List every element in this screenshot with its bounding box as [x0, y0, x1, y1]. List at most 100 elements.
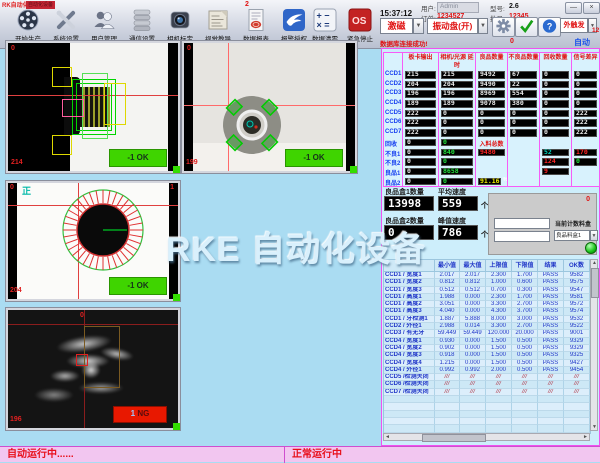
camera-icon [167, 8, 193, 32]
status-value-box: 0 [574, 158, 597, 166]
status-value-box: 189 [441, 100, 473, 108]
measure-cell: 9532 [564, 316, 590, 323]
count-input-1[interactable] [494, 218, 550, 229]
measure-cell: PASS [538, 272, 564, 279]
status-cell: 0 [402, 167, 438, 177]
gear-ring-part [61, 188, 145, 272]
measure-cell: 3.300 [486, 301, 512, 308]
measure-cell: 3.700 [512, 308, 538, 315]
measure-cell: 2.017 [435, 272, 460, 279]
measure-cell: 1.500 [486, 338, 512, 345]
measure-empty-cell [538, 425, 564, 432]
measure-cell: 1.500 [486, 345, 512, 352]
status-value-box: 189 [405, 100, 436, 108]
measure-cell: 1.000 [486, 279, 512, 286]
status-cell: 0 [402, 138, 438, 148]
status-cell: 222 [571, 118, 599, 128]
camera-2-image: 0 199 -1 OK [184, 43, 355, 171]
status-cell: 0 [539, 80, 571, 90]
measure-empty-cell [512, 425, 538, 432]
calculator-icon: + −× = [312, 8, 338, 32]
measure-cell: /// [538, 389, 564, 396]
status-cell: 222 [402, 118, 438, 128]
vibrator-button[interactable]: 振动盘(开) [427, 18, 478, 34]
settings-gear-button[interactable] [492, 17, 515, 37]
measure-header: 最大值 [460, 260, 486, 272]
measure-cell: PASS [538, 308, 564, 315]
status-cell: 0 [539, 89, 571, 99]
status-cell: 0 [571, 89, 599, 99]
help-button[interactable]: ? [538, 17, 561, 37]
status-row-label: CCD5 [384, 109, 402, 119]
confirm-check-button[interactable] [515, 17, 538, 37]
status-value-box: 222 [405, 129, 436, 137]
status-cell: 22 [507, 80, 539, 90]
measure-cell: 0.512 [460, 287, 486, 294]
measure-cell: /// [486, 374, 512, 381]
status-cell: 222 [571, 128, 599, 138]
status-value-box: 9078 [478, 100, 505, 108]
status-cell: 0 [571, 157, 599, 167]
user-label: 用户: [421, 3, 436, 13]
measure-cell: /// [435, 374, 460, 381]
count-input-2[interactable] [494, 231, 550, 242]
report-document-icon [243, 8, 269, 32]
horizontal-scrollbar[interactable]: ◄ ► [383, 433, 590, 441]
measure-cell: 9582 [564, 272, 590, 279]
status-cell: 196 [402, 89, 438, 99]
report-count-badge: 2 [245, 1, 249, 8]
measure-cell: /// [460, 374, 486, 381]
status-cell: 0 [438, 128, 475, 138]
measure-cell: 20.000 [512, 330, 538, 337]
stop-icon: OS [347, 8, 373, 32]
excite-dropdown-arrow[interactable]: ▼ [413, 18, 424, 34]
status-value-box: 124 [542, 158, 569, 166]
close-button[interactable]: × [583, 2, 600, 14]
status-value-box: 222 [574, 119, 597, 127]
measure-row-label: CCD3 / 有无牙 [384, 330, 435, 337]
measure-cell: 0.000 [460, 360, 486, 367]
current-counter-arrow[interactable]: ▼ [590, 230, 598, 241]
ccd-status-table: 板卡输出相机/光源 延时良品数量不良品数量回收数量信号差异CCD12152159… [383, 52, 600, 187]
status-cell: 52 [539, 148, 571, 158]
measure-cell: 0.930 [435, 338, 460, 345]
status-value-box: 170 [574, 149, 597, 157]
measure-empty-cell [538, 418, 564, 425]
vibrator-dropdown-arrow[interactable]: ▼ [478, 18, 488, 34]
orientation-mark: 正 [22, 184, 31, 197]
clock: 15:37:12 [380, 9, 412, 18]
status-left: 自动运行中...... [0, 447, 285, 463]
model-label: 型号: [490, 3, 505, 13]
svg-text:+ −: + − [317, 11, 330, 21]
current-counter-select[interactable]: 良品料盒1 [554, 230, 590, 241]
measure-cell: 4.300 [486, 308, 512, 315]
status-value-box: 0 [542, 81, 569, 89]
excite-button[interactable]: 激磁 [380, 18, 413, 34]
measure-cell: 0.014 [460, 323, 486, 330]
vertical-scrollbar[interactable]: ▲ ▼ [590, 259, 598, 431]
status-value-box: 0 [441, 129, 473, 137]
svg-text:?: ? [547, 22, 552, 32]
measure-cell: /// [512, 381, 538, 388]
measure-cell: 8.000 [486, 316, 512, 323]
status-cell [539, 138, 571, 148]
status-value-box: 196 [441, 90, 473, 98]
status-value-box: 222 [405, 110, 436, 118]
measure-cell: 9581 [564, 294, 590, 301]
measure-cell: 9574 [564, 308, 590, 315]
measure-cell: 59.449 [460, 330, 486, 337]
measure-empty-cell [486, 418, 512, 425]
ng-result-badge: 1 NG [113, 406, 167, 423]
measure-empty-cell [460, 411, 486, 418]
minimize-button[interactable]: — [565, 2, 582, 14]
tools-icon [53, 8, 79, 32]
measure-row-label: CCD1 / 牙检测1 [384, 316, 435, 323]
status-value-box: 222 [574, 129, 597, 137]
status-cell [571, 167, 599, 177]
external-trigger-button[interactable]: 外触发 [560, 18, 588, 33]
status-cell: 0 [571, 80, 599, 90]
frame-counter: 0 [11, 45, 15, 52]
peak-speed-value: 786 [438, 225, 478, 240]
measure-cell: 0.812 [435, 279, 460, 286]
trigger-count: 12 [592, 27, 599, 34]
